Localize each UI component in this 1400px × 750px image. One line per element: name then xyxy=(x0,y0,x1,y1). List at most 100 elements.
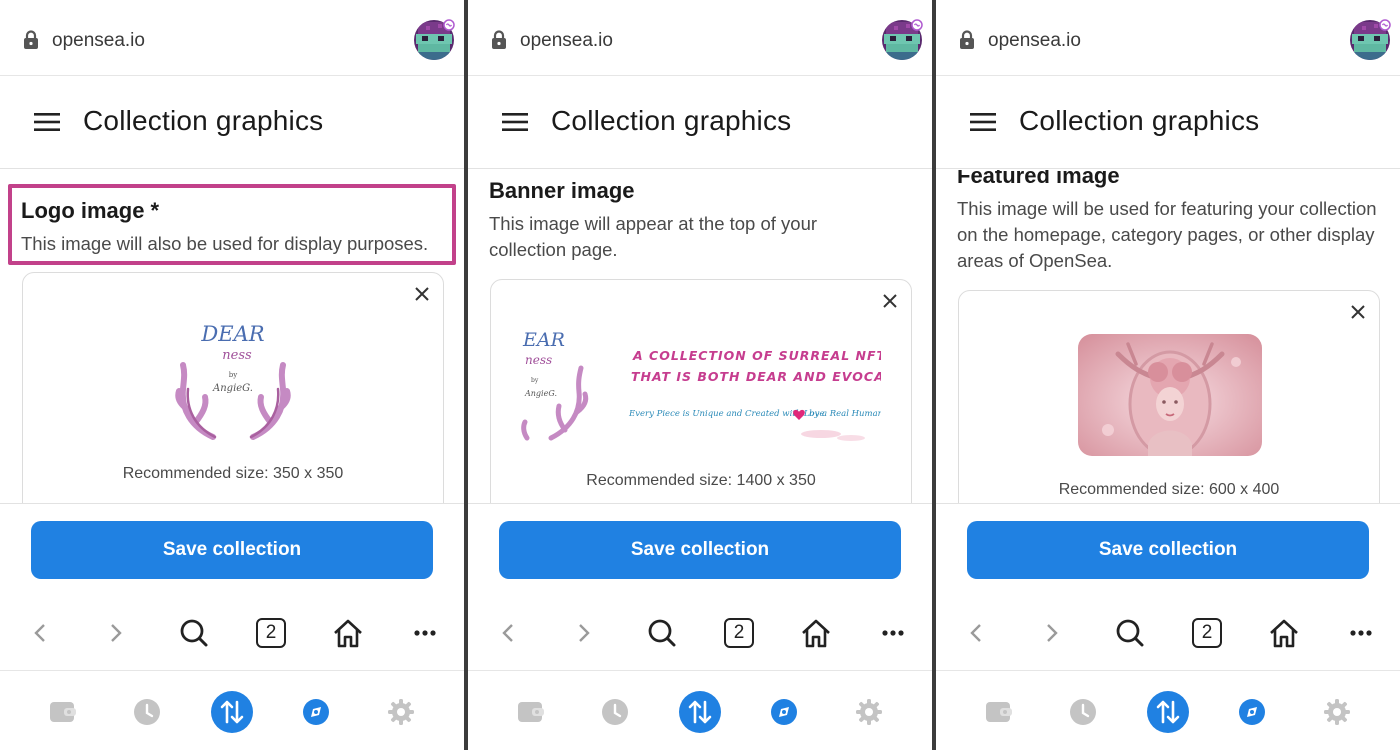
wallet-button[interactable] xyxy=(510,691,552,733)
close-icon[interactable] xyxy=(413,285,431,303)
url-text[interactable]: opensea.io xyxy=(520,30,613,52)
settings-icon xyxy=(388,699,414,725)
screen-featured: opensea.io Collection graphics Featured … xyxy=(936,0,1400,750)
lock-icon xyxy=(24,30,38,49)
screen-logo: opensea.io Collection graphics Logo imag… xyxy=(0,0,464,750)
menu-icon[interactable] xyxy=(970,111,996,133)
home-button[interactable] xyxy=(798,616,834,650)
bottom-app-bar xyxy=(936,671,1400,750)
explore-icon xyxy=(1239,699,1265,725)
settings-button[interactable] xyxy=(1316,691,1358,733)
explore-button[interactable] xyxy=(295,691,337,733)
url-text[interactable]: opensea.io xyxy=(988,30,1081,52)
lock-icon xyxy=(960,30,974,49)
page-title: Collection graphics xyxy=(83,105,324,136)
home-icon xyxy=(334,619,362,648)
more-button[interactable] xyxy=(1343,616,1379,650)
swap-button[interactable] xyxy=(679,691,721,733)
more-icon xyxy=(414,630,436,636)
banner-logo-signature: AngieG. xyxy=(524,389,557,398)
close-icon[interactable] xyxy=(881,292,899,310)
swap-button[interactable] xyxy=(211,691,253,733)
tabs-icon: 2 xyxy=(1192,618,1222,648)
avatar-icon[interactable] xyxy=(1348,18,1392,62)
save-collection-button[interactable]: Save collection xyxy=(31,521,433,579)
content-area: Featured image This image will be used f… xyxy=(936,170,1400,503)
save-collection-button[interactable]: Save collection xyxy=(967,521,1369,579)
content-area: Logo image * This image will also be use… xyxy=(0,170,464,503)
home-button[interactable] xyxy=(330,616,366,650)
home-button[interactable] xyxy=(1266,616,1302,650)
wallet-button[interactable] xyxy=(978,691,1020,733)
bottom-app-bar xyxy=(0,671,464,750)
menu-icon[interactable] xyxy=(34,111,60,133)
settings-icon xyxy=(1324,699,1350,725)
tabs-icon: 2 xyxy=(256,618,286,648)
history-button[interactable] xyxy=(1062,691,1104,733)
featured-upload-card[interactable]: Recommended size: 600 x 400 xyxy=(958,290,1380,503)
section-title: Featured image xyxy=(957,170,1120,188)
swap-button[interactable] xyxy=(1147,691,1189,733)
search-button[interactable] xyxy=(176,616,212,650)
settings-button[interactable] xyxy=(848,691,890,733)
url-bar[interactable]: opensea.io xyxy=(468,0,932,76)
avatar-icon[interactable] xyxy=(412,18,456,62)
back-button[interactable] xyxy=(22,616,58,650)
logo-image-preview: DEAR ness by AngieG. xyxy=(175,322,291,440)
settings-icon xyxy=(856,699,882,725)
back-button[interactable] xyxy=(958,616,994,650)
home-icon xyxy=(802,619,830,648)
more-icon xyxy=(1350,630,1372,636)
search-icon xyxy=(648,619,676,647)
more-button[interactable] xyxy=(407,616,443,650)
history-icon xyxy=(134,699,160,725)
avatar-icon[interactable] xyxy=(880,18,924,62)
swap-icon xyxy=(211,691,253,733)
tabs-button[interactable]: 2 xyxy=(721,616,757,650)
url-bar[interactable]: opensea.io xyxy=(0,0,464,76)
close-icon[interactable] xyxy=(1349,303,1367,321)
recommended-size: Recommended size: 350 x 350 xyxy=(122,465,344,482)
page-title: Collection graphics xyxy=(551,105,792,136)
section-title: Banner image xyxy=(489,178,635,203)
forward-button[interactable] xyxy=(1034,616,1070,650)
forward-icon xyxy=(111,624,122,642)
back-icon xyxy=(970,624,981,642)
banner-tagline-4: by a Real Human A xyxy=(809,409,881,419)
forward-icon xyxy=(579,624,590,642)
tabs-button[interactable]: 2 xyxy=(253,616,289,650)
bottom-app-bar xyxy=(468,671,932,750)
search-button[interactable] xyxy=(644,616,680,650)
screens-container: opensea.io Collection graphics Logo imag… xyxy=(0,0,1400,750)
forward-button[interactable] xyxy=(98,616,134,650)
banner-logo-line2: ness xyxy=(525,353,552,367)
banner-tagline-1: A COLLECTION OF SURREAL NFT A xyxy=(632,348,881,363)
back-button[interactable] xyxy=(490,616,526,650)
screen-banner: opensea.io Collection graphics Banner im… xyxy=(468,0,932,750)
settings-button[interactable] xyxy=(380,691,422,733)
swap-icon xyxy=(679,691,721,733)
url-bar[interactable]: opensea.io xyxy=(936,0,1400,76)
banner-tagline-2: THAT IS BOTH DEAR AND EVOCATI xyxy=(631,369,881,384)
tabs-button[interactable]: 2 xyxy=(1189,616,1225,650)
app-header: Collection graphics xyxy=(936,76,1400,169)
forward-button[interactable] xyxy=(566,616,602,650)
history-button[interactable] xyxy=(126,691,168,733)
footer-action: Save collection xyxy=(936,503,1400,596)
banner-upload-card[interactable]: EAR ness by AngieG. A COLLECTION OF SURR… xyxy=(490,279,912,503)
menu-icon[interactable] xyxy=(502,111,528,133)
browser-nav: 2 xyxy=(936,596,1400,671)
history-button[interactable] xyxy=(594,691,636,733)
save-collection-button[interactable]: Save collection xyxy=(499,521,901,579)
wallet-icon xyxy=(518,702,544,722)
url-text[interactable]: opensea.io xyxy=(52,30,145,52)
wallet-button[interactable] xyxy=(42,691,84,733)
explore-button[interactable] xyxy=(763,691,805,733)
more-button[interactable] xyxy=(875,616,911,650)
logo-upload-card[interactable]: DEAR ness by AngieG. Recommended size: 3… xyxy=(22,272,444,503)
explore-button[interactable] xyxy=(1231,691,1273,733)
wallet-icon xyxy=(50,702,76,722)
search-button[interactable] xyxy=(1112,616,1148,650)
logo-signature: AngieG. xyxy=(212,383,253,394)
app-header: Collection graphics xyxy=(0,76,464,169)
